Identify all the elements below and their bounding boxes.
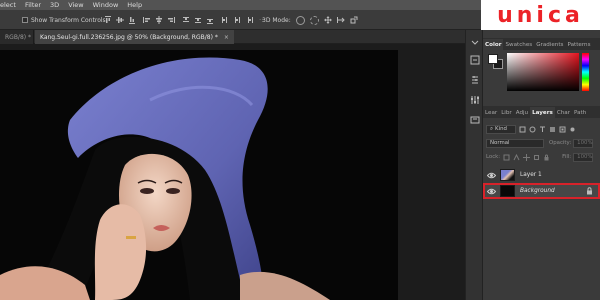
lock-icon (587, 187, 592, 195)
scale-icon[interactable] (350, 16, 358, 24)
transform-controls-option[interactable]: Show Transform Controls (22, 15, 106, 25)
distribute-right-icon[interactable] (245, 16, 253, 24)
opacity-label: Opacity: (549, 140, 572, 146)
align-middle-icon[interactable] (116, 16, 124, 24)
adjustments-icon[interactable] (470, 95, 480, 105)
fill-field[interactable]: 100% (573, 152, 594, 162)
lock-transparent-icon[interactable] (503, 154, 510, 161)
distribute-top-icon[interactable] (182, 16, 190, 24)
lock-all-icon[interactable] (543, 154, 550, 161)
tab-patterns[interactable]: Patterns (565, 39, 592, 50)
close-tab-icon[interactable]: × (224, 34, 229, 41)
layer-filter-row: ⌕ Kind (483, 123, 600, 135)
align-left-icon[interactable] (143, 16, 151, 24)
filter-pixel-icon[interactable] (519, 126, 526, 133)
filter-kind-label: Kind (495, 126, 507, 132)
layer-name[interactable]: Background (520, 188, 555, 194)
panel-icon-strip (465, 30, 483, 300)
tab-previous-label: RGB/8) * (5, 33, 32, 41)
tab-paths[interactable]: Path (572, 107, 588, 118)
tab-character[interactable]: Char (555, 107, 572, 118)
lock-position-icon[interactable] (523, 153, 531, 161)
lock-artboard-icon[interactable] (533, 154, 540, 161)
lock-label: Lock: (486, 154, 501, 160)
layer-thumbnail (500, 185, 515, 197)
distribute-bottom-icon[interactable] (206, 16, 214, 24)
layer-row-background[interactable]: Background (483, 183, 600, 199)
unica-logo: unica (481, 0, 600, 30)
eye-icon[interactable] (486, 187, 497, 196)
align-right-icon[interactable] (167, 16, 175, 24)
foreground-color-swatch[interactable] (488, 54, 498, 64)
transform-controls-checkbox[interactable] (22, 17, 28, 23)
filter-type-icon[interactable] (539, 126, 546, 133)
document-canvas-image[interactable] (0, 50, 398, 300)
tab-color[interactable]: Color (483, 39, 504, 50)
layer-thumbnail (500, 169, 515, 181)
logo-text: unica (497, 2, 584, 28)
3d-mode-group: 3D Mode: (262, 15, 362, 25)
3d-mode-label: 3D Mode: (262, 16, 291, 24)
align-buttons: ··· (104, 15, 266, 25)
transform-controls-label: Show Transform Controls (31, 16, 106, 24)
pan-icon[interactable] (323, 16, 332, 24)
layers-panel-tabs: Lear Libr Adju Layers Char Path (483, 106, 600, 118)
lock-image-icon[interactable] (513, 153, 520, 161)
right-panel: Color Swatches Gradients Patterns Lear L… (483, 30, 600, 300)
blend-opacity-row: Normal Opacity: 100% (483, 137, 600, 149)
align-top-icon[interactable] (104, 16, 112, 24)
search-icon: ⌕ (490, 125, 494, 132)
opacity-field[interactable]: 100% (573, 138, 594, 148)
menu-3d[interactable]: 3D (50, 1, 59, 9)
align-bottom-icon[interactable] (128, 16, 136, 24)
tab-active-document[interactable]: Kang.Seul-gi.full.236256.jpg @ 50% (Back… (35, 30, 234, 44)
blend-mode-dropdown[interactable]: Normal (486, 138, 544, 148)
menu-select[interactable]: elect (0, 1, 16, 9)
history-icon[interactable] (470, 55, 480, 65)
tab-adjustments[interactable]: Adju (514, 107, 530, 118)
menu-help[interactable]: Help (127, 1, 142, 9)
layer-row-layer-1[interactable]: Layer 1 (483, 167, 600, 183)
layer-comps-icon[interactable] (470, 115, 480, 125)
portrait-photo (0, 50, 398, 300)
tab-swatches[interactable]: Swatches (503, 39, 534, 50)
color-picker-field[interactable] (507, 53, 579, 91)
canvas-area[interactable] (0, 44, 465, 300)
menu-filter[interactable]: Filter (25, 1, 41, 9)
tab-active-label: Kang.Seul-gi.full.236256.jpg @ 50% (Back… (40, 33, 218, 41)
hue-slider[interactable] (582, 53, 589, 91)
filter-kind-dropdown[interactable]: ⌕ Kind (486, 124, 516, 134)
tab-learn[interactable]: Lear (483, 107, 499, 118)
align-center-icon[interactable] (155, 16, 163, 24)
fill-label: Fill: (562, 154, 572, 160)
tab-layers[interactable]: Layers (530, 107, 555, 118)
filter-toggle-icon[interactable] (569, 126, 576, 133)
document-tab-bar: RGB/8) * Kang.Seul-gi.full.236256.jpg @ … (0, 30, 465, 44)
layer-name[interactable]: Layer 1 (520, 172, 542, 178)
filter-shape-icon[interactable] (549, 126, 556, 133)
tab-previous-document[interactable]: RGB/8) * (0, 30, 34, 44)
roll-icon[interactable] (309, 15, 319, 25)
properties-icon[interactable] (470, 75, 480, 85)
distribute-center-icon[interactable] (233, 16, 241, 24)
slide-icon[interactable] (336, 16, 345, 24)
color-panel-tabs: Color Swatches Gradients Patterns (483, 38, 600, 50)
filter-smart-object-icon[interactable] (559, 126, 566, 133)
lock-fill-row: Lock: Fill: 100% (483, 151, 600, 163)
eye-icon[interactable] (486, 171, 497, 180)
tab-libraries[interactable]: Libr (499, 107, 514, 118)
distribute-middle-icon[interactable] (194, 16, 202, 24)
tab-gradients[interactable]: Gradients (534, 39, 565, 50)
orbit-icon[interactable] (295, 15, 305, 25)
filter-adjustment-icon[interactable] (529, 126, 536, 133)
menu-window[interactable]: Window (93, 1, 119, 9)
distribute-left-icon[interactable] (221, 16, 229, 24)
collapse-panels-icon[interactable] (470, 38, 480, 48)
menu-view[interactable]: View (68, 1, 83, 9)
